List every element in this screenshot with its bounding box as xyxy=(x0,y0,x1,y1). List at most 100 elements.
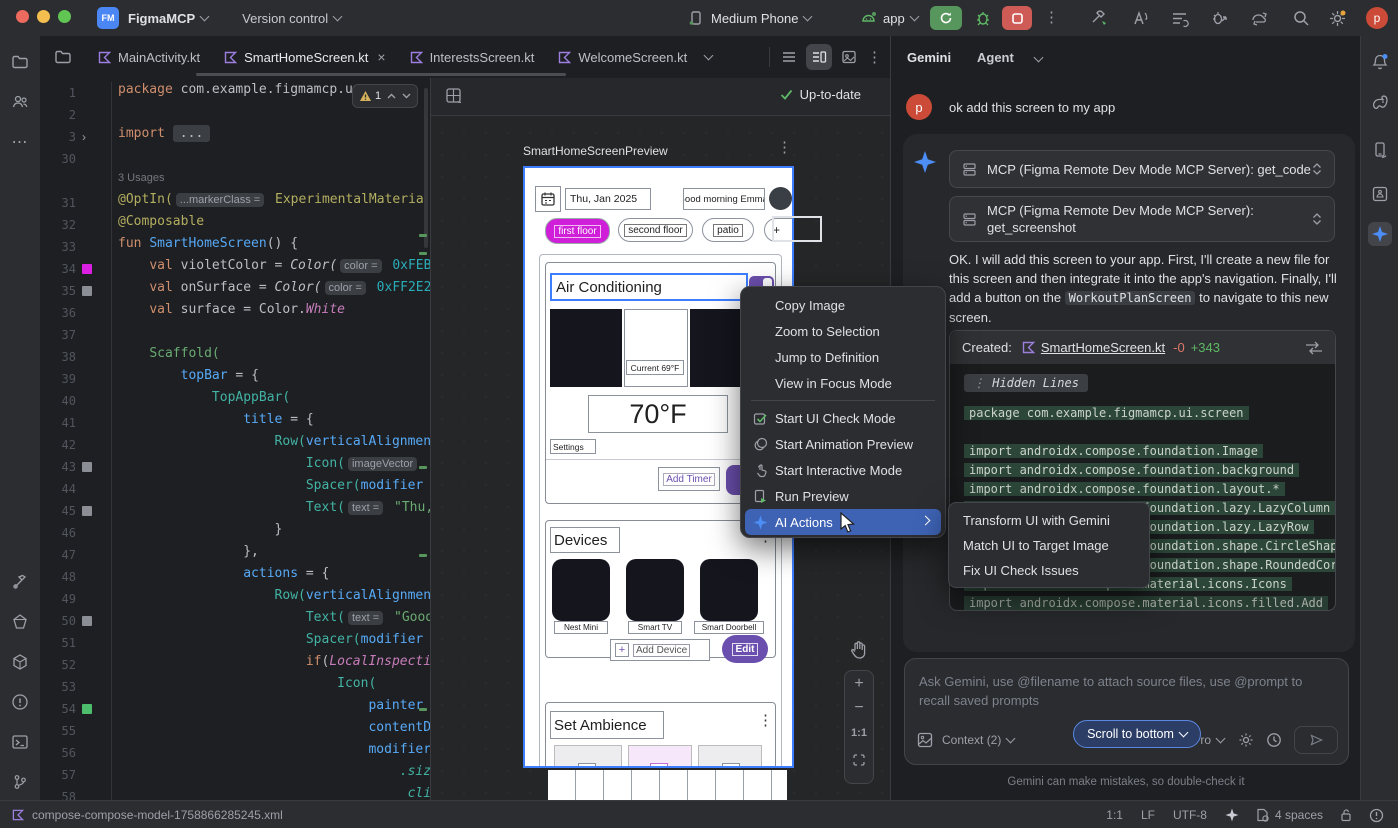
zoom-in-button[interactable]: + xyxy=(845,675,873,693)
menu-item-copy-image[interactable]: Copy Image xyxy=(745,292,941,318)
split-view-button[interactable] xyxy=(806,44,832,70)
minimize-window-button[interactable] xyxy=(37,10,50,23)
menu-item-jump-to-definition[interactable]: Jump to Definition xyxy=(745,344,941,370)
gradle-icon[interactable] xyxy=(1368,90,1392,114)
zoom-to-fit-icon[interactable] xyxy=(852,753,866,767)
status-file-name[interactable]: compose-compose-model-1758866285245.xml xyxy=(32,808,283,822)
history-icon[interactable] xyxy=(1266,732,1282,748)
tab-agent[interactable]: Agent xyxy=(977,50,1014,65)
close-window-button[interactable] xyxy=(16,10,29,23)
gemini-settings-icon[interactable] xyxy=(1238,732,1254,748)
tab-options-kebab[interactable]: ⋮ xyxy=(867,50,882,65)
version-control-tool-icon[interactable] xyxy=(8,770,32,794)
run-config-selector[interactable]: app xyxy=(860,11,918,26)
tab-welcomescreen[interactable]: WelcomeScreen.kt xyxy=(546,37,699,78)
device-tile[interactable] xyxy=(552,559,610,621)
prev-issue-chevron[interactable] xyxy=(387,93,396,99)
expand-chevron-icon[interactable] xyxy=(1312,163,1322,175)
zoom-out-button[interactable]: − xyxy=(845,699,873,717)
terminal-tool-icon[interactable] xyxy=(8,730,32,754)
add-device-button[interactable]: + Add Device xyxy=(610,639,710,661)
profiler-icon[interactable] xyxy=(1210,9,1229,28)
project-tool-icon[interactable] xyxy=(8,50,32,74)
figma-tool-icon[interactable] xyxy=(8,570,32,594)
todo-list-icon[interactable] xyxy=(1170,9,1189,28)
prompt-input[interactable]: Ask Gemini, use @filename to attach sour… xyxy=(904,658,1349,765)
device-tile[interactable] xyxy=(626,559,684,621)
tool-call-card-get-screenshot[interactable]: MCP (Figma Remote Dev Mode MCP Server): … xyxy=(949,196,1335,242)
window-controls[interactable] xyxy=(16,10,79,26)
stop-button[interactable] xyxy=(1002,6,1032,30)
submenu-item[interactable]: Transform UI with Gemini xyxy=(953,508,1145,533)
context-selector[interactable]: Context (2) xyxy=(942,733,1001,747)
menu-item-start-interactive-mode[interactable]: Start Interactive Mode xyxy=(745,457,941,483)
chip-patio[interactable]: patio xyxy=(702,218,754,242)
submenu-item[interactable]: Fix UI Check Issues xyxy=(953,558,1145,583)
editor-code[interactable]: package com.example.figmamcp.uimport ...… xyxy=(111,82,430,800)
preview-layout-icon[interactable] xyxy=(445,87,463,105)
rerun-button[interactable] xyxy=(930,6,962,30)
hidden-tabs-chevron[interactable] xyxy=(704,51,714,61)
build-run-icon[interactable] xyxy=(1090,9,1109,28)
created-file-link[interactable]: SmartHomeScreen.kt xyxy=(1041,340,1165,355)
code-view-button[interactable] xyxy=(776,44,802,70)
status-alert-icon[interactable] xyxy=(1369,808,1384,823)
close-tab-icon[interactable]: × xyxy=(377,49,385,65)
tab-scrollbar[interactable] xyxy=(196,73,566,76)
zoom-reset-button[interactable]: 1:1 xyxy=(845,727,873,739)
editor-scrollbar[interactable] xyxy=(424,88,428,248)
selection-handle[interactable] xyxy=(772,216,822,242)
code-editor[interactable]: 123›303132333435363738394041424344454647… xyxy=(40,78,430,800)
menu-item-run-preview[interactable]: Run Preview xyxy=(745,483,941,509)
tool-call-card-get-code[interactable]: MCP (Figma Remote Dev Mode MCP Server): … xyxy=(949,150,1335,188)
inspections-widget[interactable]: 1 xyxy=(352,84,418,108)
tab-interestsscreen[interactable]: InterestsScreen.kt xyxy=(398,37,547,78)
preview-composable-title[interactable]: SmartHomeScreenPreview xyxy=(523,144,668,158)
readonly-lock-icon[interactable] xyxy=(1339,808,1353,822)
send-button[interactable] xyxy=(1294,726,1338,754)
maximize-window-button[interactable] xyxy=(58,10,71,23)
sync-project-icon[interactable] xyxy=(1250,9,1270,28)
scroll-to-bottom-button[interactable]: Scroll to bottom xyxy=(1073,720,1201,748)
collaborators-tool-icon[interactable] xyxy=(8,90,32,114)
chip-second-floor[interactable]: second floor xyxy=(618,218,693,242)
profile-avatar[interactable]: p xyxy=(1366,7,1388,29)
code-assist-icon[interactable] xyxy=(1130,9,1149,28)
ambience-kebab[interactable]: ⋮ xyxy=(758,713,773,728)
next-issue-chevron[interactable] xyxy=(402,93,411,99)
settings-icon[interactable] xyxy=(1328,9,1347,28)
status-line-separator[interactable]: LF xyxy=(1141,808,1155,822)
project-folder-icon[interactable] xyxy=(40,48,86,66)
chip-first-floor[interactable]: first floor xyxy=(545,218,610,244)
inspection-tool-icon[interactable] xyxy=(8,610,32,634)
more-tool-windows-icon[interactable]: ⋯ xyxy=(8,130,32,154)
preview-options-kebab[interactable]: ⋮ xyxy=(777,140,792,155)
menu-item-view-in-focus-mode[interactable]: View in Focus Mode xyxy=(745,370,941,396)
build-tool-icon[interactable] xyxy=(8,650,32,674)
menu-item-start-animation-preview[interactable]: Start Animation Preview xyxy=(745,431,941,457)
menu-item-zoom-to-selection[interactable]: Zoom to Selection xyxy=(745,318,941,344)
status-indent[interactable]: 4 spaces xyxy=(1255,808,1323,822)
edit-button[interactable]: Edit xyxy=(722,635,768,663)
usages-inlay[interactable]: 3 Usages xyxy=(118,170,430,192)
notifications-bell-icon[interactable] xyxy=(1368,50,1392,74)
device-manager-icon[interactable] xyxy=(1368,138,1392,162)
device-selector[interactable]: Medium Phone xyxy=(688,10,811,26)
ac-settings-label[interactable]: Settings xyxy=(550,439,596,454)
tab-smarthomescreen[interactable]: SmartHomeScreen.kt × xyxy=(212,37,397,78)
menu-item-start-ui-check[interactable]: Start UI Check Mode xyxy=(745,405,941,431)
design-view-button[interactable] xyxy=(836,44,862,70)
expand-chevron-icon[interactable] xyxy=(1312,213,1322,225)
status-encoding[interactable]: UTF-8 xyxy=(1173,808,1207,822)
tab-gemini[interactable]: Gemini xyxy=(907,50,951,65)
resource-manager-icon[interactable] xyxy=(1368,182,1392,206)
tab-mainactivity[interactable]: MainActivity.kt xyxy=(86,37,212,78)
device-tile[interactable] xyxy=(700,559,758,621)
status-ai-icon[interactable] xyxy=(1225,808,1239,822)
vcs-menu[interactable]: Version control xyxy=(242,11,328,26)
open-diff-icon[interactable] xyxy=(1305,341,1323,355)
search-everywhere-icon[interactable] xyxy=(1292,9,1310,27)
attach-image-icon[interactable] xyxy=(917,732,933,748)
pan-hand-icon[interactable] xyxy=(849,640,869,660)
submenu-item[interactable]: Match UI to Target Image xyxy=(953,533,1145,558)
